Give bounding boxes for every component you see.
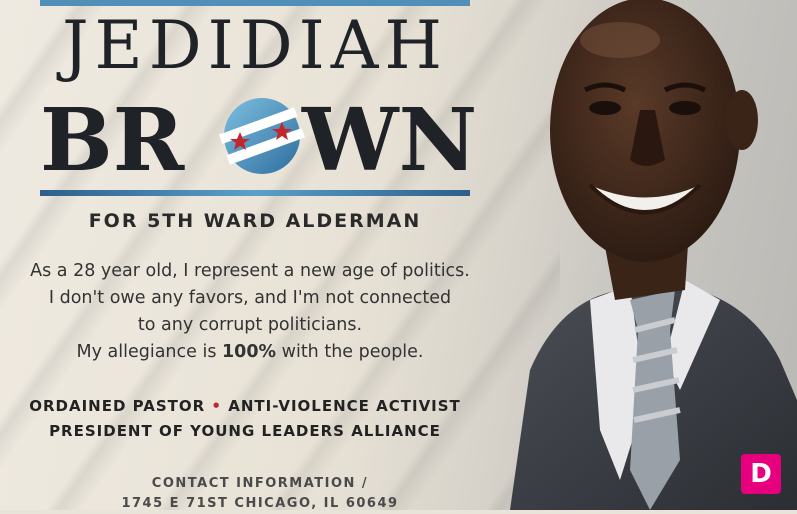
candidate-last-name: BR WN [34,86,484,191]
contact-info: CONTACT INFORMATION / 1745 E 71ST CHICAG… [80,474,440,514]
last-name-graphic: BR WN [40,90,477,191]
contact-heading: CONTACT INFORMATION / [151,476,369,491]
bullet-separator: • [211,397,223,415]
credential-pastor: ORDAINED PASTOR [29,397,206,415]
last-name-end: WN [301,90,477,186]
credential-activist: ANTI-VIOLENCE ACTIVIST [228,397,461,415]
campaign-poster: JEDIDIAH BR WN FOR 5TH WARD ALDERMAN As … [0,0,797,511]
statement-text: As a 28 year old, I represent a new age … [0,258,500,366]
credential-president: PRESIDENT OF YOUNG LEADERS ALLIANCE [49,422,441,440]
office-subtitle: FOR 5TH WARD ALDERMAN [88,210,422,232]
statement-line: to any corrupt politicians. [137,315,363,335]
statement-line: As a 28 year old, I represent a new age … [30,261,470,281]
last-name-start: BR [40,90,185,186]
candidate-photo [470,0,797,510]
credentials: ORDAINED PASTOR • ANTI-VIOLENCE ACTIVIST… [0,394,490,444]
statement-line: My allegiance is 100% with the people. [76,342,424,362]
corner-logo: D [741,454,781,494]
statement-line: I don't owe any favors, and I'm not conn… [48,288,452,308]
chicago-flag-o-icon [218,98,306,174]
candidate-first-name: JEDIDIAH [62,7,448,84]
divider-bar [40,190,470,196]
contact-address: 1745 E 71ST CHICAGO, IL 60649 [121,496,399,511]
percent-emphasis: 100% [222,342,277,362]
